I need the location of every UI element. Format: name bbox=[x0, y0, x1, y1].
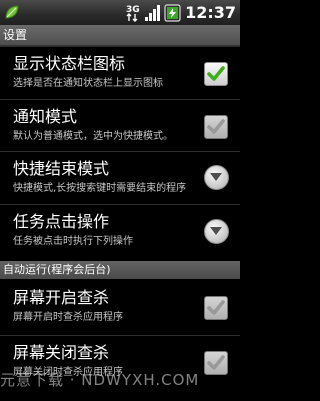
page-title: 设置 bbox=[3, 28, 28, 42]
setting-description: 快捷模式,长按搜索键时需要结束的程序 bbox=[13, 183, 187, 194]
leaf-app-icon bbox=[5, 5, 19, 19]
setting-title: 通知模式 bbox=[13, 107, 78, 126]
setting-screen-on-kill[interactable]: 屏幕开启查杀 屏幕开启时查杀应用程序 bbox=[0, 281, 240, 335]
dropdown-arrow-icon bbox=[210, 173, 222, 181]
setting-quick-kill-mode[interactable]: 快捷结束模式 快捷模式,长按搜索键时需要结束的程序 bbox=[0, 151, 240, 205]
status-bar: 3G 12:37 bbox=[0, 0, 240, 25]
section-header-label: 自动运行(程序会后台) bbox=[3, 263, 111, 276]
signal-strength-icon bbox=[145, 5, 160, 21]
setting-screen-off-kill[interactable]: 屏幕关闭查杀 屏幕关闭时查杀应用程序 bbox=[0, 335, 240, 401]
setting-title: 显示状态栏图标 bbox=[13, 54, 126, 73]
dropdown-arrow-icon bbox=[210, 227, 222, 235]
task-click-action-dropdown[interactable] bbox=[204, 219, 229, 244]
network-type-text: 3G bbox=[126, 5, 139, 15]
title-bar: 设置 bbox=[0, 25, 240, 46]
checkmark-icon bbox=[207, 300, 225, 315]
checkmark-icon bbox=[207, 355, 225, 370]
setting-description: 默认为普通模式，选中为快捷模式。 bbox=[13, 131, 173, 142]
battery-charging-icon bbox=[164, 4, 181, 22]
checkmark-icon bbox=[207, 119, 225, 134]
setting-title: 任务点击操作 bbox=[13, 212, 110, 231]
setting-description: 屏幕关闭时查杀应用程序 bbox=[13, 367, 123, 378]
setting-title: 屏幕开启查杀 bbox=[13, 288, 110, 307]
setting-description: 选择是否在通知状态栏上显示图标 bbox=[13, 78, 163, 89]
screen-off-kill-checkbox[interactable] bbox=[204, 351, 228, 375]
section-header-autorun: 自动运行(程序会后台) bbox=[0, 261, 240, 279]
setting-notification-mode[interactable]: 通知模式 默认为普通模式，选中为快捷模式。 bbox=[0, 99, 240, 152]
setting-task-click-action[interactable]: 任务点击操作 任务被点击时执行下列操作 bbox=[0, 204, 240, 262]
3g-network-icon: 3G bbox=[126, 5, 139, 22]
notification-mode-checkbox[interactable] bbox=[204, 115, 228, 139]
quick-kill-mode-dropdown[interactable] bbox=[204, 165, 229, 190]
setting-show-status-icon[interactable]: 显示状态栏图标 选择是否在通知状态栏上显示图标 bbox=[0, 46, 240, 100]
setting-title: 快捷结束模式 bbox=[13, 159, 110, 178]
status-clock: 12:37 bbox=[185, 3, 236, 22]
setting-description: 任务被点击时执行下列操作 bbox=[13, 236, 133, 247]
checkmark-icon bbox=[207, 66, 225, 81]
setting-title: 屏幕关闭查杀 bbox=[13, 343, 110, 362]
setting-description: 屏幕开启时查杀应用程序 bbox=[13, 312, 123, 323]
screen-on-kill-checkbox[interactable] bbox=[204, 296, 228, 320]
show-status-icon-checkbox[interactable] bbox=[204, 62, 228, 86]
